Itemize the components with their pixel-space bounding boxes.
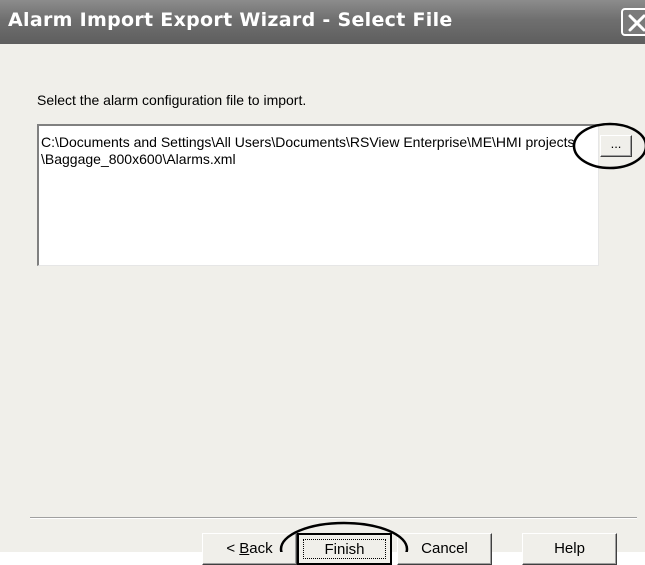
cancel-button[interactable]: Cancel	[397, 533, 492, 565]
window-title: Alarm Import Export Wizard - Select File	[8, 9, 453, 31]
back-rest: ack	[249, 540, 273, 557]
close-icon	[628, 14, 645, 32]
wizard-window: Alarm Import Export Wizard - Select File…	[0, 0, 645, 565]
file-path-text: C:\Documents and Settings\All Users\Docu…	[41, 134, 575, 167]
button-separator	[30, 517, 637, 519]
annotation-overlay	[279, 122, 645, 552]
finish-button[interactable]: Finish	[297, 533, 392, 565]
file-path-field[interactable]: C:\Documents and Settings\All Users\Docu…	[37, 124, 599, 266]
focus-rectangle	[303, 539, 386, 559]
close-button[interactable]	[621, 8, 645, 36]
back-button[interactable]: < Back	[202, 533, 297, 565]
back-mnemonic: B	[239, 540, 250, 557]
browse-button[interactable]: ...	[600, 135, 632, 157]
instruction-label: Select the alarm configuration file to i…	[37, 92, 307, 108]
title-bar: Alarm Import Export Wizard - Select File	[0, 0, 645, 44]
back-prefix: <	[226, 540, 240, 557]
help-button[interactable]: Help	[522, 533, 617, 565]
